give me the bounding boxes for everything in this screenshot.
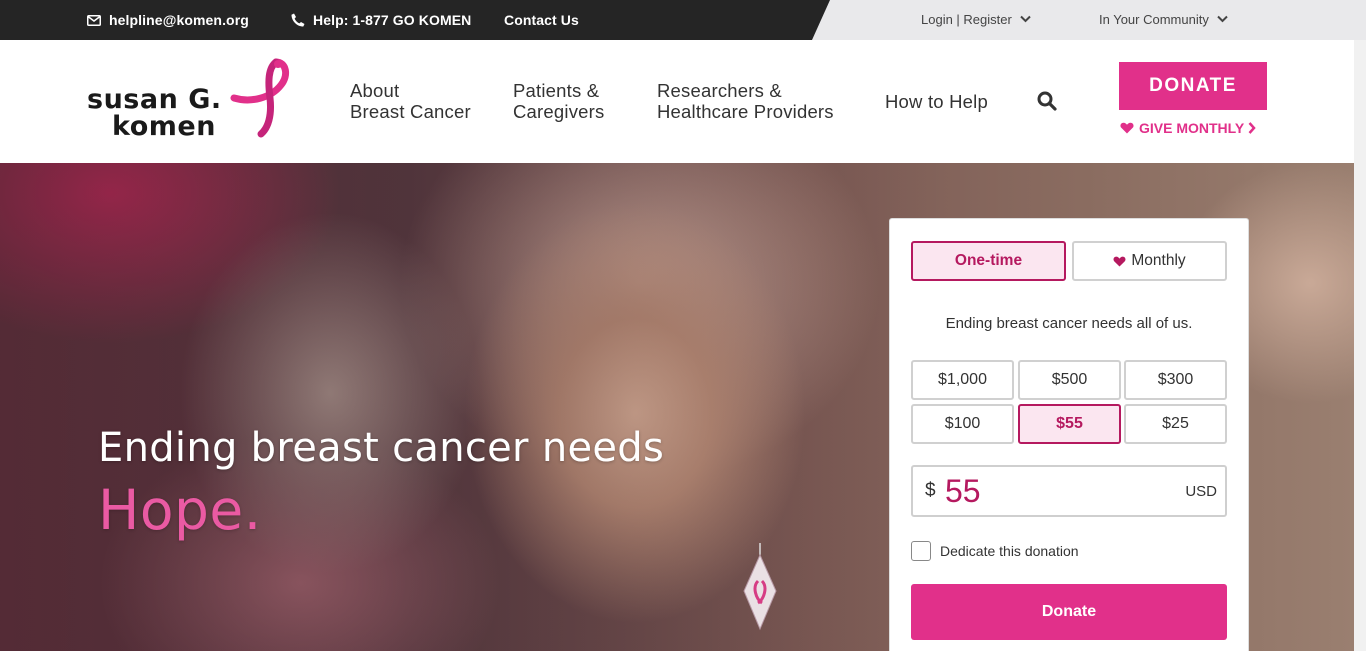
nav-about-line2: Breast Cancer <box>350 101 471 122</box>
phone-link[interactable]: Help: 1-877 GO KOMEN <box>291 0 471 40</box>
amount-option[interactable]: $1,000 <box>911 360 1014 400</box>
community-dropdown[interactable]: In Your Community <box>1099 0 1228 38</box>
heart-icon <box>1120 122 1134 134</box>
login-register-dropdown[interactable]: Login | Register <box>921 0 1031 38</box>
amount-option-label: $55 <box>1056 415 1083 432</box>
chevron-right-icon <box>1248 122 1256 134</box>
email-link[interactable]: helpline@komen.org <box>87 0 249 40</box>
chevron-down-icon <box>1217 15 1228 23</box>
phone-text: Help: 1-877 GO KOMEN <box>313 12 472 28</box>
header-donate-label: DONATE <box>1149 75 1237 96</box>
donate-submit-label: Donate <box>1041 603 1097 620</box>
hero-highlight-word: Hope. <box>98 478 262 542</box>
amount-option-label: $100 <box>944 415 981 432</box>
amount-option[interactable]: $25 <box>1124 404 1227 444</box>
nav-how-to-help-label: How to Help <box>885 91 988 112</box>
amount-option-label: $500 <box>1051 371 1088 388</box>
heart-icon <box>1113 256 1126 267</box>
search-button[interactable] <box>1036 90 1058 112</box>
nav-researchers-line2: Healthcare Providers <box>657 101 834 122</box>
amount-option-label: $1,000 <box>938 371 987 388</box>
earring-ornament <box>743 543 777 631</box>
nav-patients-line2: Caregivers <box>513 101 605 122</box>
one-time-label: One-time <box>954 252 1023 269</box>
hero-title: Ending breast cancer needs <box>98 425 665 471</box>
dedicate-label: Dedicate this donation <box>940 543 1079 559</box>
amount-option[interactable]: $300 <box>1124 360 1227 400</box>
currency-code: USD <box>1185 483 1217 500</box>
phone-icon <box>291 13 305 27</box>
scrollbar[interactable] <box>1354 40 1366 651</box>
amount-option[interactable]: $100 <box>911 404 1014 444</box>
top-utility-bar: helpline@komen.org Help: 1-877 GO KOMEN … <box>0 0 1366 40</box>
dedicate-option[interactable]: Dedicate this donation <box>911 541 1079 561</box>
contact-us-link[interactable]: Contact Us <box>504 0 579 40</box>
custom-amount-input[interactable]: $ 55 USD <box>911 465 1227 517</box>
amount-option-label: $25 <box>1162 415 1189 432</box>
nav-researchers-providers[interactable]: Researchers & Healthcare Providers <box>657 80 834 122</box>
nav-patients-caregivers[interactable]: Patients & Caregivers <box>513 80 604 122</box>
give-monthly-label: GIVE MONTHLY <box>1139 120 1245 136</box>
donate-submit-button[interactable]: Donate <box>911 584 1227 640</box>
pink-ribbon-icon <box>230 58 290 138</box>
search-icon <box>1037 91 1057 111</box>
nav-researchers-line1: Researchers & <box>657 80 782 101</box>
chevron-down-icon <box>1020 15 1031 23</box>
amount-option[interactable]: $500 <box>1018 360 1121 400</box>
monthly-toggle[interactable]: Monthly <box>1072 241 1227 281</box>
contact-us-text: Contact Us <box>504 12 579 28</box>
dedicate-checkbox[interactable] <box>911 541 931 561</box>
amount-option-label: $300 <box>1157 371 1194 388</box>
login-register-text: Login | Register <box>921 11 1012 27</box>
nav-patients-line1: Patients & <box>513 80 600 101</box>
donation-form: One-time Monthly Ending breast cancer ne… <box>889 218 1249 651</box>
nav-how-to-help[interactable]: How to Help <box>885 91 988 112</box>
email-text: helpline@komen.org <box>109 12 249 28</box>
monthly-label: Monthly <box>1131 252 1186 269</box>
community-text: In Your Community <box>1099 11 1209 27</box>
header-donate-button[interactable]: DONATE <box>1119 62 1267 110</box>
currency-symbol: $ <box>925 480 936 501</box>
one-time-toggle[interactable]: One-time <box>911 241 1066 281</box>
give-monthly-link[interactable]: GIVE MONTHLY <box>1120 120 1256 136</box>
envelope-icon <box>87 14 101 26</box>
form-tagline: Ending breast cancer needs all of us. <box>945 315 1193 332</box>
amount-option-selected[interactable]: $55 <box>1018 404 1121 444</box>
nav-about-line1: About <box>350 80 400 101</box>
komen-logo[interactable]: susan G. komen <box>86 58 291 142</box>
custom-amount-value: 55 <box>945 473 981 509</box>
nav-about-breast-cancer[interactable]: About Breast Cancer <box>350 80 471 122</box>
logo-line2: komen <box>112 111 216 140</box>
